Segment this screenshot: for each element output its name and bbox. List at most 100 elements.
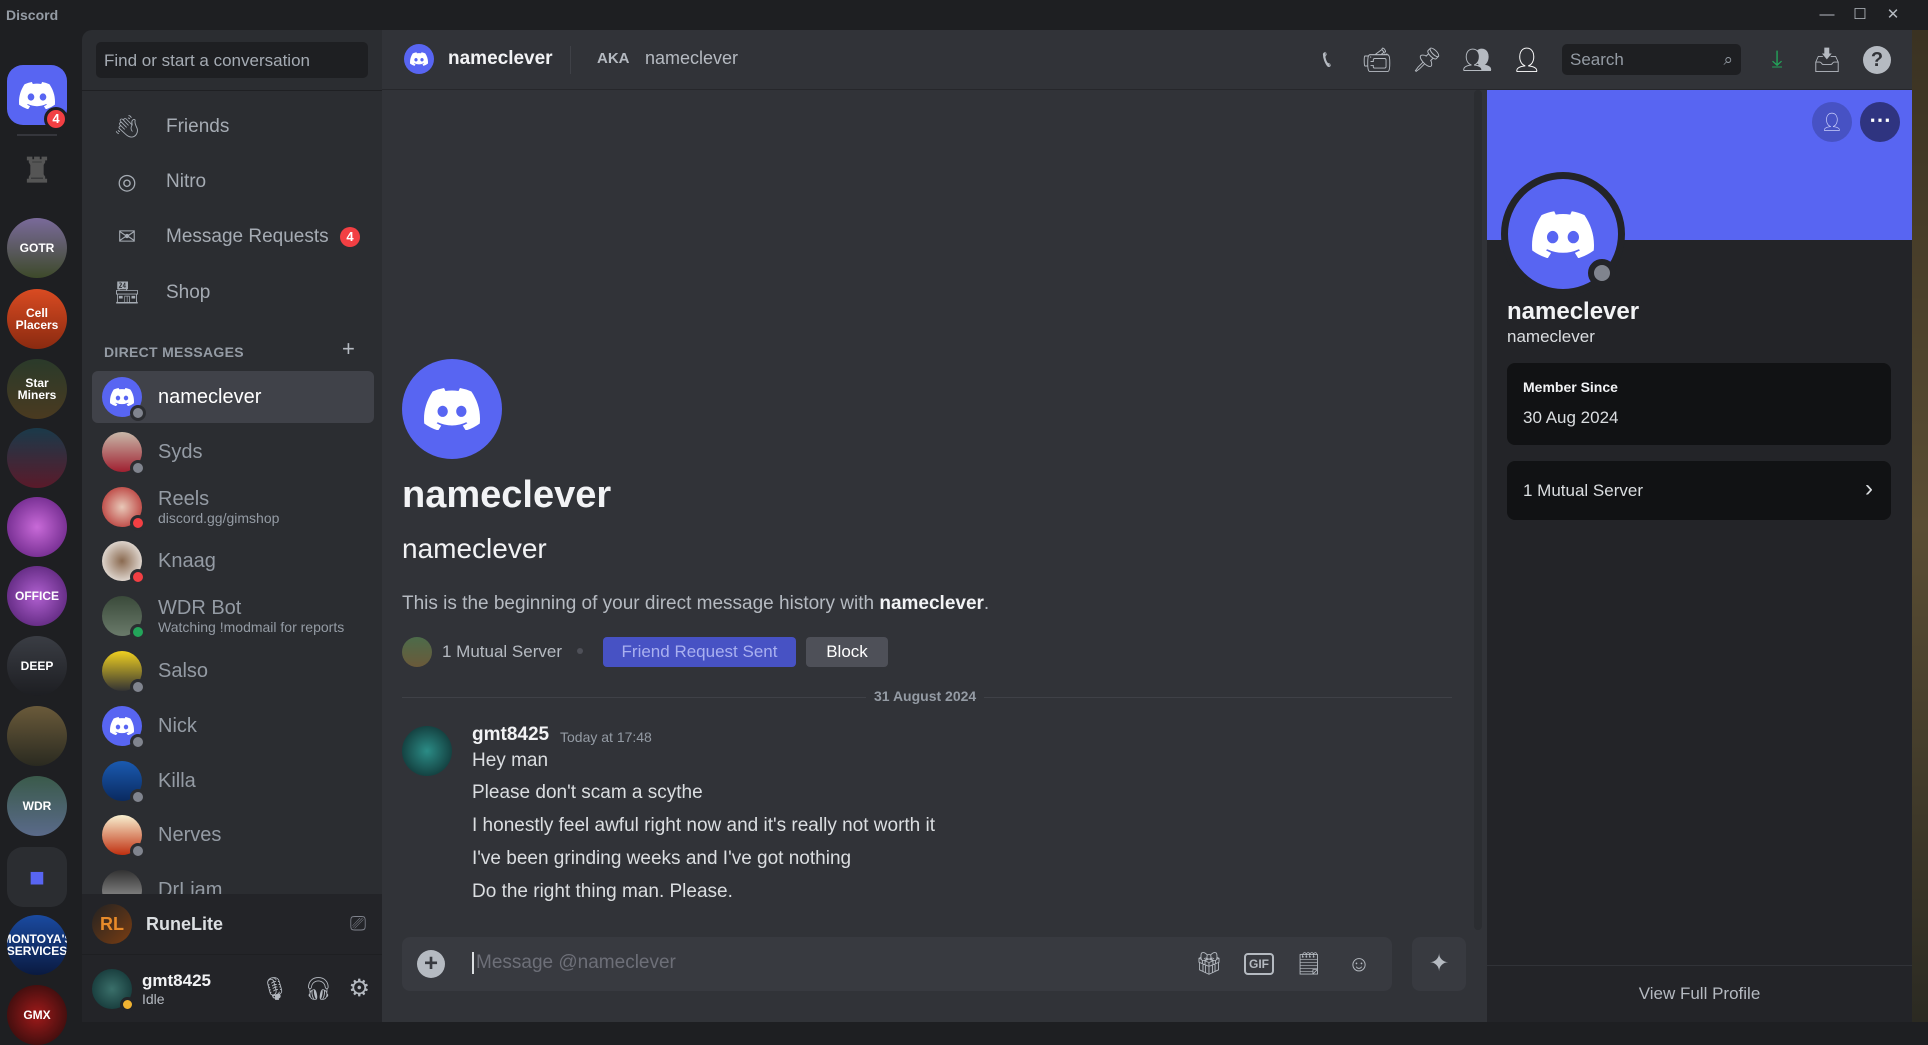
offline-status-icon (130, 788, 146, 805)
block-button[interactable]: Block (806, 637, 888, 667)
add-note-user-icon[interactable]: 👤︎ (1812, 102, 1852, 142)
mutual-servers-link[interactable]: 1 Mutual Server (442, 642, 562, 662)
dm-avatar (102, 705, 146, 750)
apps-icon[interactable]: ✦ (1412, 937, 1466, 991)
intro-text-main: This is the beginning of your direct mes… (402, 593, 880, 614)
dm-name: Salso (158, 660, 209, 682)
member-since-card: Member Since 30 Aug 2024 (1507, 363, 1891, 445)
offline-status-icon (1588, 259, 1616, 287)
server-icon[interactable]: Cell Placers (7, 289, 67, 349)
server-icon[interactable]: ♜ (7, 141, 67, 201)
server-icon[interactable]: GOTR (7, 218, 67, 278)
header-avatar (404, 44, 434, 74)
server-folder[interactable]: ■ (7, 847, 67, 907)
intro-text-end: . (983, 593, 990, 614)
user-status: Idle (142, 990, 165, 1007)
dm-item-nameclever[interactable]: nameclever (92, 371, 374, 423)
user-avatar[interactable] (92, 968, 135, 1012)
aka-name: nameclever (645, 48, 739, 68)
message-line: Hey man (472, 750, 549, 771)
message-author-avatar[interactable] (402, 726, 452, 776)
user-name: gmt8425 (142, 970, 211, 990)
idle-status-icon (120, 996, 135, 1012)
dm-avatar (102, 870, 142, 894)
screen-share-icon: ♜ (21, 152, 53, 190)
mutual-servers-button[interactable]: 1 Mutual Server › (1507, 461, 1891, 520)
dm-avatar (102, 651, 146, 695)
server-icon[interactable] (7, 497, 67, 557)
dm-item-syds[interactable]: Syds (92, 426, 374, 478)
dnd-status-icon (130, 569, 146, 586)
server-icon[interactable]: DEEP (7, 636, 67, 696)
server-icon[interactable]: Star Miners (7, 359, 67, 419)
message-line: I honestly feel awful right now and it's… (472, 815, 936, 836)
server-icon[interactable]: OFFICE (7, 566, 67, 626)
dm-avatar (102, 431, 146, 476)
dm-activity: Watching !modmail for reports (158, 619, 345, 636)
folder-icon: ■ (29, 862, 45, 892)
dm-item-salso[interactable]: Salso (92, 645, 374, 697)
add-friends-to-dm-icon[interactable]: 👥︎ (1461, 44, 1493, 76)
video-call-icon[interactable]: 📹︎ (1361, 44, 1393, 76)
message-line: I've been grinding weeks and I've got no… (472, 848, 852, 869)
pin-icon[interactable]: 📌︎ (1411, 44, 1443, 76)
profile-display-name: nameclever (1507, 298, 1640, 325)
dm-avatar (102, 541, 146, 586)
aka-label: AKA (597, 50, 630, 67)
dm-item-knaag[interactable]: Knaag (92, 535, 374, 587)
minimize-button[interactable]: — (1812, 4, 1842, 26)
profile-panel: 👤︎ ⋯ nameclever nameclever Member Since … (1487, 90, 1912, 1022)
server-icon[interactable] (7, 706, 67, 766)
close-button[interactable]: ✕ (1878, 4, 1908, 26)
server-icon[interactable]: WDR (7, 776, 67, 836)
dm-name: Syds (158, 440, 203, 463)
dm-name: Nick (158, 714, 197, 737)
dm-activity: discord.gg/gimshop (158, 509, 280, 526)
settings-gear-icon[interactable]: ⚙ (348, 974, 370, 1003)
emoji-icon[interactable]: ☺ (1344, 949, 1374, 979)
chat-scrollbar[interactable] (1474, 90, 1482, 930)
chat-header: nameclever AKA nameclever 📞︎ 📹︎ 📌︎ 👥︎ 👤︎… (382, 30, 1912, 90)
friend-request-sent-button[interactable]: Friend Request Sent (603, 637, 796, 667)
dm-name: nameclever (158, 386, 262, 408)
upload-plus-icon[interactable]: + (416, 949, 446, 979)
microphone-icon[interactable]: 🎙︎ (261, 976, 289, 1002)
headphones-icon[interactable]: 🎧︎ (305, 976, 333, 1002)
help-icon[interactable]: ? (1861, 44, 1893, 76)
dm-avatar (102, 815, 146, 860)
sticker-icon[interactable]: 🗒︎ (1294, 949, 1324, 979)
dm-item-drliam[interactable]: DrLiam (92, 864, 374, 894)
server-icon[interactable]: MONTOYA'S SERVICES (7, 915, 67, 975)
message-input[interactable]: Message @nameclever (472, 952, 676, 974)
dot-separator (577, 648, 583, 654)
search-input[interactable]: Search ⌕ (1562, 44, 1741, 75)
dm-item-nick[interactable]: Nick (92, 700, 374, 752)
dm-item-nerves[interactable]: Nerves (92, 809, 374, 861)
inbox-icon[interactable]: 📥︎ (1811, 44, 1843, 76)
view-full-profile-link[interactable]: View Full Profile (1487, 984, 1912, 1004)
stream-game-icon[interactable]: ⎚ (350, 913, 366, 936)
dm-avatar (102, 377, 146, 421)
dm-item-wdr-bot[interactable]: WDR Bot Watching !modmail for reports (92, 590, 374, 642)
unread-badge: 4 (44, 107, 68, 131)
intro-text: This is the beginning of your direct mes… (402, 593, 989, 615)
gift-icon[interactable]: 🎁︎ (1194, 949, 1224, 979)
message-author[interactable]: gmt8425 (472, 724, 549, 746)
dm-item-reels[interactable]: Reels discord.gg/gimshop (92, 481, 374, 533)
server-icon[interactable] (7, 428, 67, 488)
search-icon: ⌕ (1723, 50, 1733, 69)
message-composer: + Message @nameclever 🎁︎ GIF 🗒︎ ☺ (402, 937, 1392, 991)
intro-username: nameclever (402, 533, 547, 564)
more-options-icon[interactable]: ⋯ (1860, 102, 1900, 142)
intro-avatar (402, 359, 502, 459)
download-icon[interactable]: ⤓ (1761, 44, 1793, 76)
gif-icon[interactable]: GIF (1244, 949, 1274, 979)
server-icon[interactable]: GMX (7, 985, 67, 1045)
date-divider: 31 August 2024 (866, 688, 985, 704)
voice-call-icon[interactable]: 📞︎ (1311, 44, 1343, 76)
maximize-button[interactable]: ☐ (1845, 4, 1875, 26)
offline-status-icon (130, 405, 146, 421)
server-rail: 4 ♜ GOTR Cell Placers Star Miners OFFICE DEEP W… (0, 30, 82, 1045)
dm-item-killa[interactable]: Killa (92, 755, 374, 807)
user-profile-toggle-icon[interactable]: 👤︎ (1511, 44, 1543, 76)
